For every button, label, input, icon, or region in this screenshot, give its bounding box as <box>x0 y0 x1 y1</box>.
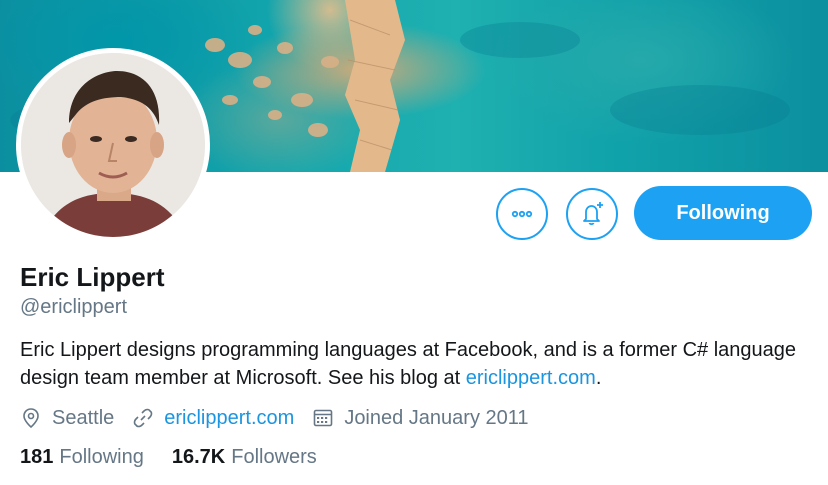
followers-count: 16.7K <box>171 446 226 468</box>
followers-stat[interactable]: 16.7K Followers <box>172 446 317 469</box>
avatar-photo <box>21 53 205 237</box>
profile-bio: Eric Lippert designs programming languag… <box>20 336 810 392</box>
followers-label: Followers <box>231 446 317 468</box>
location-text: Seattle <box>52 406 115 429</box>
location-pin-icon <box>23 408 39 429</box>
following-count: 181 <box>20 446 54 468</box>
following-stat[interactable]: 181 Following <box>20 446 144 469</box>
notifications-button[interactable] <box>566 188 618 240</box>
bio-link[interactable]: ericlippert.com <box>466 367 596 389</box>
profile-handle: @ericlippert <box>20 296 128 318</box>
join-date: Joined January 2011 <box>312 406 529 430</box>
profile-meta: Seattle ericlippert.com Joined January 2… <box>20 404 547 432</box>
bio-end: . <box>595 367 602 389</box>
following-button[interactable]: Following <box>634 186 812 240</box>
website-link[interactable]: ericlippert.com <box>164 407 294 430</box>
following-label: Following <box>59 446 144 468</box>
calendar-icon <box>314 409 333 427</box>
bell-plus-icon <box>583 202 603 226</box>
location: Seattle <box>20 407 114 430</box>
avatar-portrait <box>21 53 205 237</box>
profile-avatar[interactable] <box>16 48 210 242</box>
bio-text: Eric Lippert designs programming languag… <box>20 339 796 389</box>
more-options-button[interactable] <box>496 188 548 240</box>
website: ericlippert.com <box>132 407 294 430</box>
joined-text: Joined January 2011 <box>344 406 529 429</box>
profile-stats: 181 Following 16.7K Followers <box>20 446 345 469</box>
profile-name: Eric Lippert <box>20 262 165 292</box>
link-icon <box>133 408 153 428</box>
more-icon <box>511 210 533 218</box>
